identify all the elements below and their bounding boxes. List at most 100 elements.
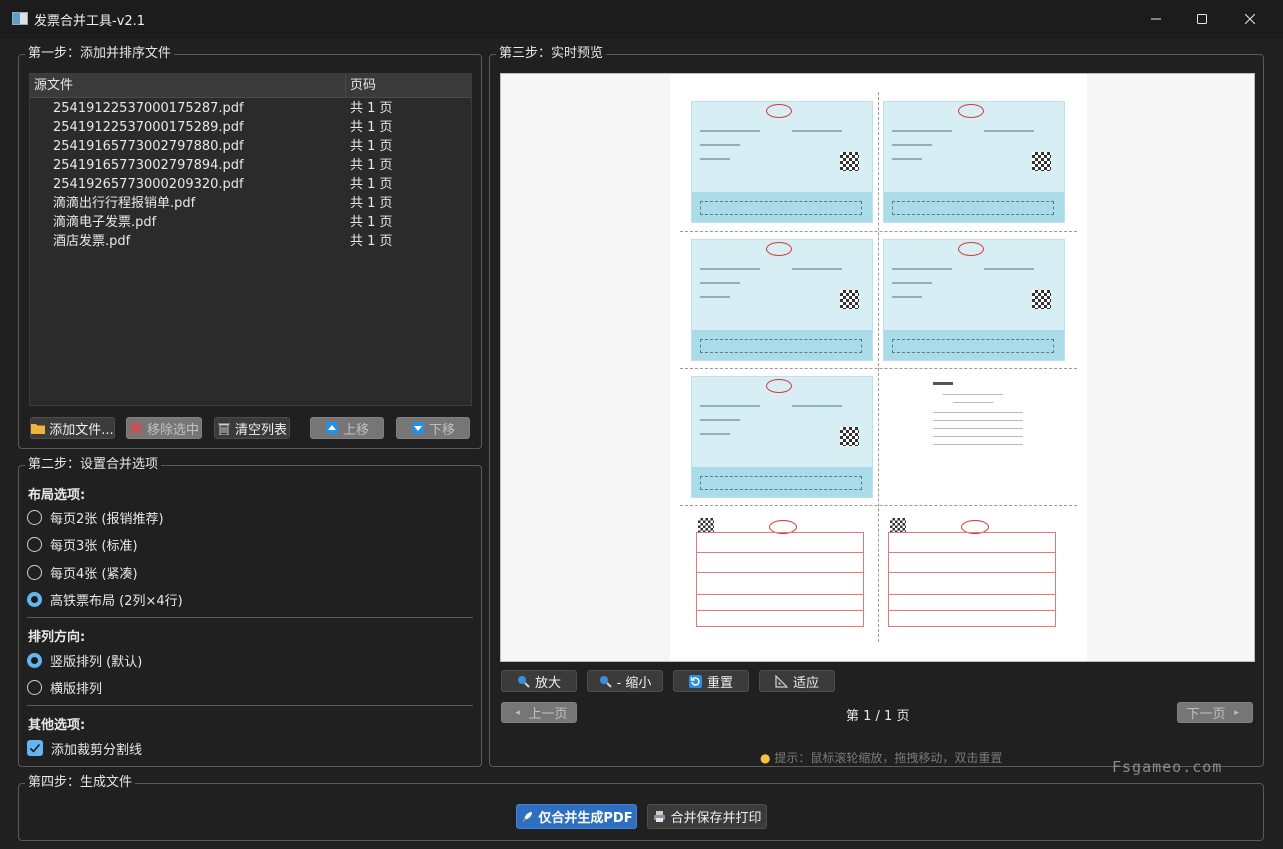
arrow-down-icon [411,421,425,435]
cut-line-label: 添加裁剪分割线 [51,742,143,758]
divider [27,617,473,618]
column-header-source[interactable]: 源文件 [30,74,346,98]
merge-print-button[interactable]: 合并保存并打印 [647,804,767,829]
cut-line-option[interactable]: 添加裁剪分割线 [27,738,142,758]
table-row[interactable]: 25419122537000175289.pdf 共 1 页 [30,118,471,137]
cut-line-horizontal [680,231,1077,232]
radio-button[interactable] [27,536,42,552]
direction-vertical[interactable]: 竖版排列 (默认) [27,650,142,670]
radio-button[interactable] [27,564,42,580]
zoom-in-icon [517,674,531,688]
table-row[interactable]: 滴滴电子发票.pdf 共 1 页 [30,213,471,232]
stamp [958,104,984,118]
layout-option-3[interactable]: 每页3张 (标准) [27,534,138,554]
qr-code-icon [1032,152,1051,171]
step3-title: 第三步：实时预览 [496,46,607,62]
file-pages: 共 1 页 [350,120,393,135]
maximize-button[interactable] [1179,0,1225,38]
clear-list-button[interactable]: 清空列表 [214,417,290,439]
direction-option-label: 竖版排列 (默认) [50,654,143,670]
invoice-thumbnail [883,239,1065,361]
stamp [766,104,792,118]
hint-label: 提示：鼠标滚轮缩放，拖拽移动，双击重置 [774,751,1003,765]
table-row[interactable]: 25419165773002797894.pdf 共 1 页 [30,156,471,175]
layout-option-train[interactable]: 高铁票布局 (2列×4行) [27,589,183,609]
watermark: Fsgameo.com [1112,758,1223,776]
next-page-button[interactable]: 下一页 ▸ [1177,702,1253,723]
zoom-out-button[interactable]: - 缩小 [587,670,663,692]
prev-page-label: 上一页 [528,707,568,722]
reset-label: 重置 [706,675,733,691]
column-header-pages[interactable]: 页码 [346,74,471,98]
step4-title: 第四步：生成文件 [25,775,136,791]
file-name: 酒店发票.pdf [53,234,131,249]
layout-option-label: 每页2张 (报销推荐) [50,511,164,527]
preview-canvas[interactable] [500,73,1255,662]
chevron-right-icon: ▸ [1234,707,1239,718]
radio-button[interactable] [27,679,42,695]
direction-label: 排列方向: [28,630,86,645]
file-name: 25419165773002797894.pdf [53,158,244,173]
radio-button-selected[interactable] [27,591,42,607]
fit-button[interactable]: 适应 [759,670,835,692]
zoom-in-button[interactable]: 放大 [501,670,577,692]
table-row[interactable]: 25419165773002797880.pdf 共 1 页 [30,137,471,156]
receipt-thumbnail [883,376,1065,498]
page-indicator: 第 1 / 1 页 [846,709,910,724]
file-pages: 共 1 页 [350,215,393,230]
merge-print-label: 合并保存并打印 [670,811,762,826]
minimize-button[interactable] [1133,0,1179,38]
file-name: 25419122537000175289.pdf [53,120,244,135]
table-row[interactable]: 25419122537000175287.pdf 共 1 页 [30,99,471,118]
file-table[interactable]: 源文件 页码 25419122537000175287.pdf 共 1 页 254… [29,73,472,406]
layout-option-4[interactable]: 每页4张 (紧凑) [27,562,138,582]
cut-line-horizontal [680,505,1077,506]
checkbox-checked[interactable] [27,740,43,756]
ticket-thumbnail [693,518,868,636]
fit-label: 适应 [792,675,819,691]
invoice-thumbnail [691,239,873,361]
clear-list-label: 清空列表 [234,422,287,438]
arrow-up-icon [325,421,339,435]
preview-page [670,74,1087,661]
check-icon [29,743,41,753]
file-pages: 共 1 页 [350,101,393,116]
layout-option-2[interactable]: 每页2张 (报销推荐) [27,507,164,527]
merge-pdf-button[interactable]: 仅合并生成PDF [516,804,637,829]
file-name: 25419165773002797880.pdf [53,139,244,154]
step1-group: 第一步：添加并排序文件 源文件 页码 25419122537000175287.… [18,46,482,449]
red-x-icon [129,421,143,435]
step2-group: 第二步：设置合并选项 布局选项: 每页2张 (报销推荐) 每页3张 (标准) 每… [18,457,482,767]
table-row[interactable]: 滴滴出行行程报销单.pdf 共 1 页 [30,194,471,213]
maximize-icon [1197,14,1207,24]
add-files-button[interactable]: 添加文件... [30,417,115,439]
close-button[interactable] [1227,0,1273,38]
merge-pdf-label: 仅合并生成PDF [538,811,633,826]
stamp [766,379,792,393]
move-down-button[interactable]: 下移 [396,417,470,439]
layout-options-label: 布局选项: [28,488,86,503]
prev-page-button[interactable]: ◂ 上一页 [501,702,577,723]
lightbulb-icon: ● [760,751,771,765]
hint-text: ● 提示：鼠标滚轮缩放，拖拽移动，双击重置 [760,749,1002,766]
table-row[interactable]: 25419265773000209320.pdf 共 1 页 [30,175,471,194]
radio-button-selected[interactable] [27,652,42,668]
cut-line-horizontal [680,368,1077,369]
direction-horizontal[interactable]: 横版排列 [27,677,102,697]
file-pages: 共 1 页 [350,158,393,173]
stamp [766,242,792,256]
table-row[interactable]: 酒店发票.pdf 共 1 页 [30,232,471,251]
move-up-label: 上移 [342,422,369,438]
file-name: 滴滴出行行程报销单.pdf [53,196,196,211]
ruler-icon [775,674,789,688]
ticket-thumbnail [885,518,1060,636]
file-pages: 共 1 页 [350,234,393,249]
title-bar: 发票合并工具-v2.1 [0,0,1283,38]
radio-button[interactable] [27,509,42,525]
move-down-label: 下移 [428,422,455,438]
remove-selected-button[interactable]: 移除选中 [126,417,202,439]
invoice-thumbnail [691,101,873,223]
reset-button[interactable]: 重置 [673,670,749,692]
next-page-label: 下一页 [1186,707,1226,722]
move-up-button[interactable]: 上移 [310,417,384,439]
